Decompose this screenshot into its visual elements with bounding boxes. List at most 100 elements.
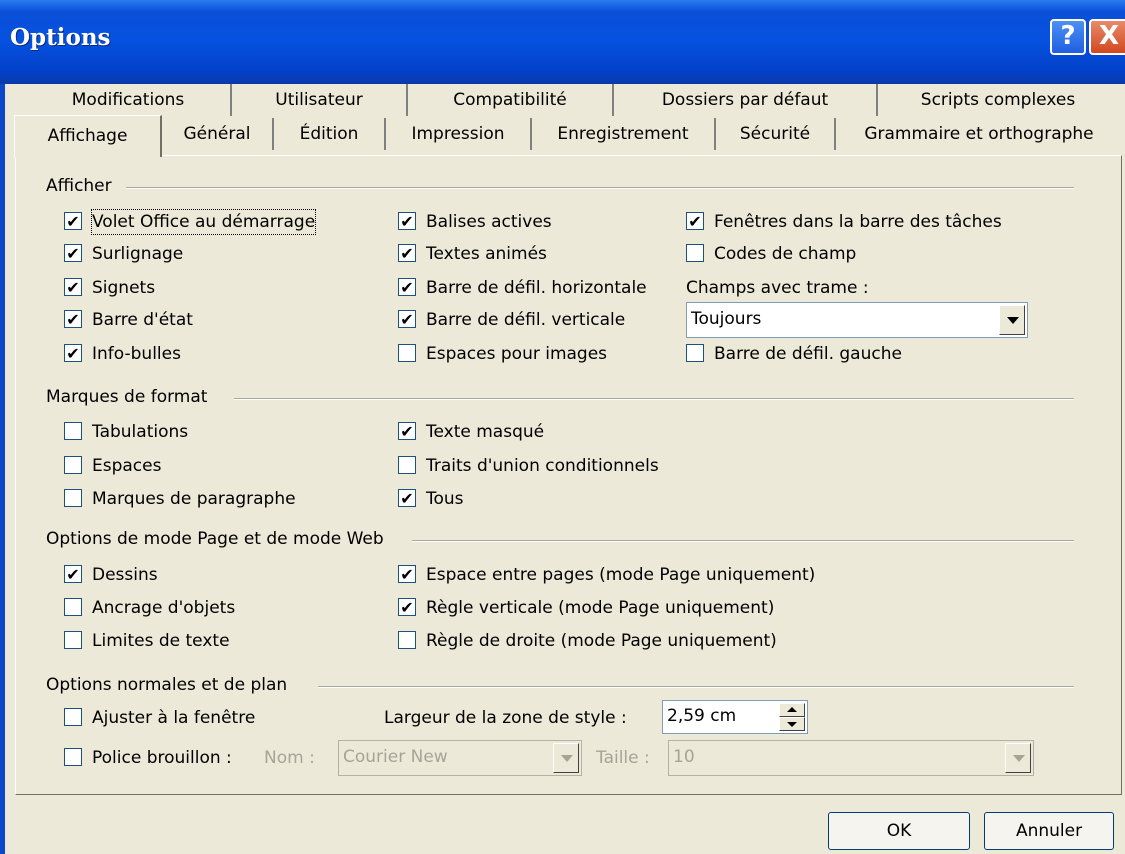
checkbox-label: Balises actives (426, 212, 552, 232)
checkbox-label: Traits d'union conditionnels (426, 456, 659, 476)
checkbox-label: Ancrage d'objets (92, 598, 236, 618)
help-button[interactable]: ? (1050, 19, 1086, 55)
checkbox-box: ✔ (64, 212, 82, 230)
section-page-web: Options de mode Page et de mode Web (46, 529, 384, 549)
checkbox-box: ✔ (398, 598, 416, 616)
checkbox-label: Barre de défil. verticale (426, 310, 626, 330)
checkbox-box: ✔ (398, 565, 416, 583)
title-bar[interactable]: Options ? X (0, 0, 1125, 84)
tab-scripts[interactable]: Scripts complexes (878, 84, 1118, 116)
tab-grammaire[interactable]: Grammaire et orthographe (836, 118, 1122, 150)
checkbox-label: Marques de paragraphe (92, 489, 296, 509)
checkbox-box: ✔ (64, 278, 82, 296)
section-afficher: Afficher (46, 176, 112, 196)
tab-utilisateur[interactable]: Utilisateur (232, 84, 408, 116)
checkbox-box: ✔ (398, 422, 416, 440)
checkbox-box (64, 489, 82, 507)
checkbox-box (64, 708, 82, 726)
tab-enregistrement[interactable]: Enregistrement (532, 118, 716, 150)
chevron-down-icon[interactable] (999, 305, 1025, 335)
checkbox-box: ✔ (398, 310, 416, 328)
section-normales: Options normales et de plan (46, 675, 288, 695)
spin-up-icon[interactable] (779, 703, 805, 717)
font-size-value: 10 (673, 747, 695, 767)
checkbox-box (686, 244, 704, 262)
checkbox-label: Signets (92, 278, 156, 298)
ok-button[interactable]: OK (828, 812, 970, 850)
checkbox-label: Barre de défil. gauche (714, 344, 902, 364)
checkbox-label: Codes de champ (714, 244, 857, 264)
checkbox-label: Tous (426, 489, 464, 509)
annuler-button[interactable]: Annuler (984, 812, 1114, 850)
checkbox-label: Barre de défil. horizontale (426, 278, 647, 298)
section-divider (126, 187, 1074, 189)
checkbox-box (64, 748, 82, 766)
tab-affichage[interactable]: Affichage (14, 115, 162, 157)
checkbox-box: ✔ (64, 310, 82, 328)
checkbox-box (64, 456, 82, 474)
font-name-value: Courier New (343, 747, 448, 767)
checkbox-box (686, 344, 704, 362)
tab-compatibilite[interactable]: Compatibilité (408, 84, 614, 116)
champs-trame-label: Champs avec trame : (686, 278, 869, 298)
checkbox-label: Info-bulles (92, 344, 181, 364)
checkbox-label: Espaces pour images (426, 344, 608, 364)
checkbox-box: ✔ (686, 212, 704, 230)
checkbox-box: ✔ (398, 212, 416, 230)
close-button[interactable]: X (1089, 19, 1125, 55)
checkbox-label: Police brouillon : (92, 748, 232, 768)
checkbox-label: Volet Office au démarrage (90, 209, 317, 235)
chevron-down-icon[interactable] (553, 743, 579, 773)
checkbox-label: Fenêtres dans la barre des tâches (714, 212, 1002, 232)
checkbox-label: Texte masqué (426, 422, 545, 442)
checkbox-box: ✔ (398, 244, 416, 262)
champs-trame-value: Toujours (691, 309, 762, 329)
tab-modifications[interactable]: Modifications (26, 84, 232, 116)
section-divider (412, 540, 1074, 542)
section-divider (234, 398, 1074, 400)
checkbox-label: Espace entre pages (mode Page uniquement… (426, 565, 816, 585)
checkbox-label: Règle de droite (mode Page uniquement) (426, 631, 777, 651)
checkbox-label: Tabulations (92, 422, 189, 442)
font-size-label: Taille : (596, 748, 650, 768)
tab-general[interactable]: Général (162, 118, 274, 150)
checkbox-label: Espaces (92, 456, 162, 476)
checkbox-box: ✔ (398, 489, 416, 507)
checkbox-box (64, 598, 82, 616)
checkbox-box: ✔ (64, 344, 82, 362)
checkbox-box (398, 344, 416, 362)
checkbox-label: Textes animés (426, 244, 547, 264)
checkbox-box (64, 422, 82, 440)
tab-dossiers[interactable]: Dossiers par défaut (614, 84, 878, 116)
font-name-label: Nom : (264, 748, 315, 768)
dialog-title: Options (10, 24, 111, 51)
tab-row-front: Général Édition Impression Enregistremen… (162, 118, 1122, 150)
window-frame (0, 84, 5, 854)
font-name-select[interactable]: Courier New (338, 740, 582, 776)
checkbox-box: ✔ (64, 565, 82, 583)
options-dialog: Options ? X Modifications Utilisateur Co… (0, 0, 1125, 854)
chevron-down-icon[interactable] (1005, 743, 1031, 773)
checkbox-box (398, 631, 416, 649)
section-marques: Marques de format (46, 387, 208, 407)
section-divider (318, 686, 1074, 688)
spin-down-icon[interactable] (779, 717, 805, 731)
style-zone-label: Largeur de la zone de style : (384, 708, 627, 728)
tab-edition[interactable]: Édition (274, 118, 386, 150)
checkbox-box (64, 631, 82, 649)
tab-row-back: Modifications Utilisateur Compatibilité … (26, 84, 1118, 116)
checkbox-box: ✔ (64, 244, 82, 262)
checkbox-label: Ajuster à la fenêtre (92, 708, 256, 728)
checkbox-box (398, 456, 416, 474)
checkbox-label: Règle verticale (mode Page uniquement) (426, 598, 775, 618)
tab-impression[interactable]: Impression (386, 118, 532, 150)
font-size-select[interactable]: 10 (668, 740, 1034, 776)
style-zone-spinner[interactable]: 2,59 cm (662, 700, 808, 734)
checkbox-box: ✔ (398, 278, 416, 296)
style-zone-value: 2,59 cm (667, 706, 737, 726)
checkbox-label: Limites de texte (92, 631, 230, 651)
checkbox-label: Surlignage (92, 244, 184, 264)
tab-securite[interactable]: Sécurité (716, 118, 836, 150)
champs-trame-select[interactable]: Toujours (686, 302, 1028, 338)
checkbox-label: Barre d'état (92, 310, 193, 330)
